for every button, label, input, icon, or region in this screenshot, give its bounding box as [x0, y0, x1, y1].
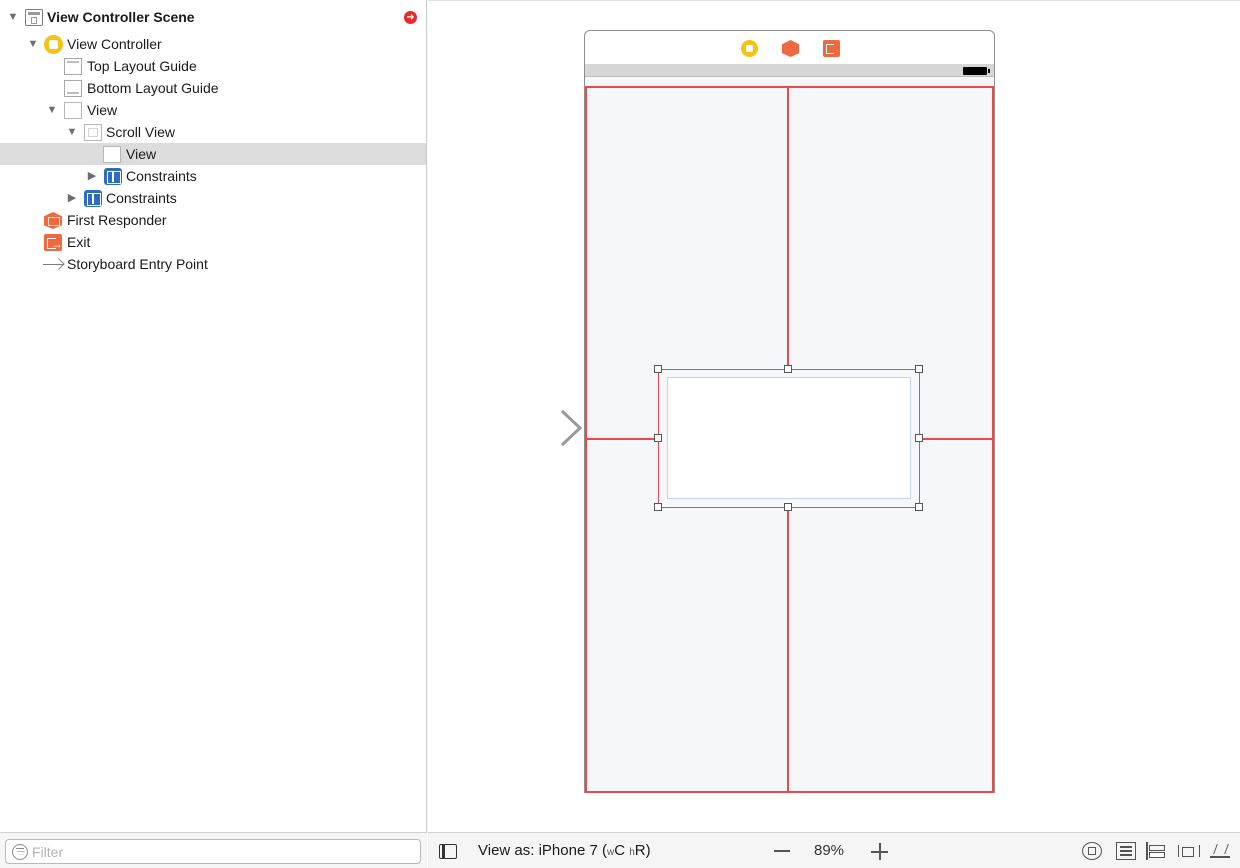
disclosure-expanded-icon[interactable]: ▼	[45, 99, 59, 121]
outline-row-entry-point[interactable]: Storyboard Entry Point	[0, 253, 426, 275]
view-as-button[interactable]: View as: iPhone 7 (wC hR)	[478, 842, 651, 859]
battery-icon	[963, 67, 990, 75]
outline-item-label: View	[126, 146, 157, 162]
width-class: C	[614, 842, 626, 859]
outline-row-view[interactable]: ▼ View	[0, 99, 426, 121]
zoom-out-icon[interactable]	[774, 850, 790, 852]
constraint-trailing[interactable]	[920, 438, 992, 440]
disclosure-expanded-icon[interactable]: ▼	[6, 6, 20, 28]
outline-row-view-constraints[interactable]: ▶ Constraints	[0, 187, 426, 209]
scene-icon	[25, 9, 43, 26]
disclosure-expanded-icon[interactable]: ▼	[65, 121, 79, 143]
outline-filter-bar	[0, 832, 427, 868]
view-controller-icon	[44, 35, 63, 54]
outline-row-scroll-constraints[interactable]: ▶ Constraints	[0, 165, 426, 187]
filter-field[interactable]	[5, 839, 421, 864]
constraint-top[interactable]	[787, 88, 789, 369]
outline-item-label: Exit	[67, 234, 91, 250]
zoom-in-icon[interactable]	[871, 843, 888, 860]
outline-row-content-view[interactable]: View	[0, 143, 426, 165]
warning-icon[interactable]: ➜	[404, 11, 417, 24]
layout-guide-icon	[64, 80, 82, 97]
outline-row-view-controller[interactable]: ▼ View Controller	[0, 33, 426, 55]
resize-handle-bottom[interactable]	[784, 503, 792, 511]
filter-input[interactable]	[32, 842, 412, 861]
align-icon[interactable]	[1146, 842, 1166, 860]
resize-handle-right[interactable]	[915, 434, 923, 442]
disclosure-collapsed-icon[interactable]: ▶	[65, 187, 79, 209]
entry-point-arrow-icon[interactable]	[476, 408, 586, 448]
outline-toggle-icon[interactable]	[439, 844, 457, 859]
outline-item-label: Constraints	[126, 168, 197, 184]
first-responder-icon	[44, 212, 62, 229]
document-outline: ▼ View Controller Scene ➜ ▼ View Control…	[0, 0, 427, 868]
view-as-label: View as: iPhone 7 (	[478, 842, 607, 859]
scene-dock[interactable]	[584, 30, 995, 64]
resize-handle-left[interactable]	[654, 434, 662, 442]
height-class: R	[634, 842, 646, 859]
filter-icon	[12, 844, 28, 860]
embed-in-stack-icon[interactable]	[1116, 842, 1136, 860]
resize-handle-bottom-left[interactable]	[654, 503, 662, 511]
outline-item-label: Scroll View	[106, 124, 175, 140]
constraint-bottom[interactable]	[787, 508, 789, 792]
outline-item-label: Constraints	[106, 190, 177, 206]
constraint-leading[interactable]	[587, 438, 658, 440]
view-as-suffix: )	[645, 842, 651, 859]
content-view[interactable]	[667, 377, 911, 499]
outline-row-first-responder[interactable]: First Responder	[0, 209, 426, 231]
exit-icon	[44, 233, 63, 255]
canvas-toolbar: View as: iPhone 7 (wC hR) 89%	[428, 832, 1240, 868]
exit-icon[interactable]	[823, 40, 840, 57]
disclosure-collapsed-icon[interactable]: ▶	[85, 165, 99, 187]
constraints-icon	[104, 168, 122, 185]
outline-item-label: Top Layout Guide	[87, 58, 197, 74]
outline-row-exit[interactable]: Exit	[0, 231, 426, 255]
resize-handle-top[interactable]	[784, 365, 792, 373]
update-frames-icon[interactable]	[1082, 842, 1102, 860]
resolve-issues-icon[interactable]	[1210, 842, 1230, 860]
view-icon	[64, 102, 82, 119]
outline-row-scene[interactable]: ▼ View Controller Scene	[0, 6, 426, 28]
view-icon	[103, 146, 121, 163]
outline-item-label: Bottom Layout Guide	[87, 80, 219, 96]
outline-row-top-layout-guide[interactable]: Top Layout Guide	[0, 55, 426, 77]
outline-item-label: View	[87, 102, 118, 118]
outline-item-label: Storyboard Entry Point	[67, 256, 208, 272]
outline-row-scroll-view[interactable]: ▼ Scroll View	[0, 121, 426, 143]
view-controller-icon[interactable]	[741, 40, 758, 57]
layout-guide-icon	[64, 58, 82, 75]
pin-icon[interactable]	[1178, 842, 1200, 860]
status-bar	[585, 64, 994, 77]
outline-item-label: View Controller	[67, 36, 162, 52]
resize-handle-top-right[interactable]	[915, 365, 923, 373]
outline-item-label: First Responder	[67, 212, 167, 228]
resize-handle-bottom-right[interactable]	[915, 503, 923, 511]
first-responder-icon[interactable]	[782, 40, 799, 57]
scene-label: View Controller Scene	[47, 9, 195, 25]
scroll-view-icon	[84, 124, 102, 141]
disclosure-expanded-icon[interactable]: ▼	[26, 33, 40, 55]
constraints-icon	[84, 190, 102, 207]
entry-point-arrow-icon	[43, 256, 65, 273]
zoom-level: 89%	[814, 842, 845, 859]
resize-handle-top-left[interactable]	[654, 365, 662, 373]
outline-row-bottom-layout-guide[interactable]: Bottom Layout Guide	[0, 77, 426, 99]
